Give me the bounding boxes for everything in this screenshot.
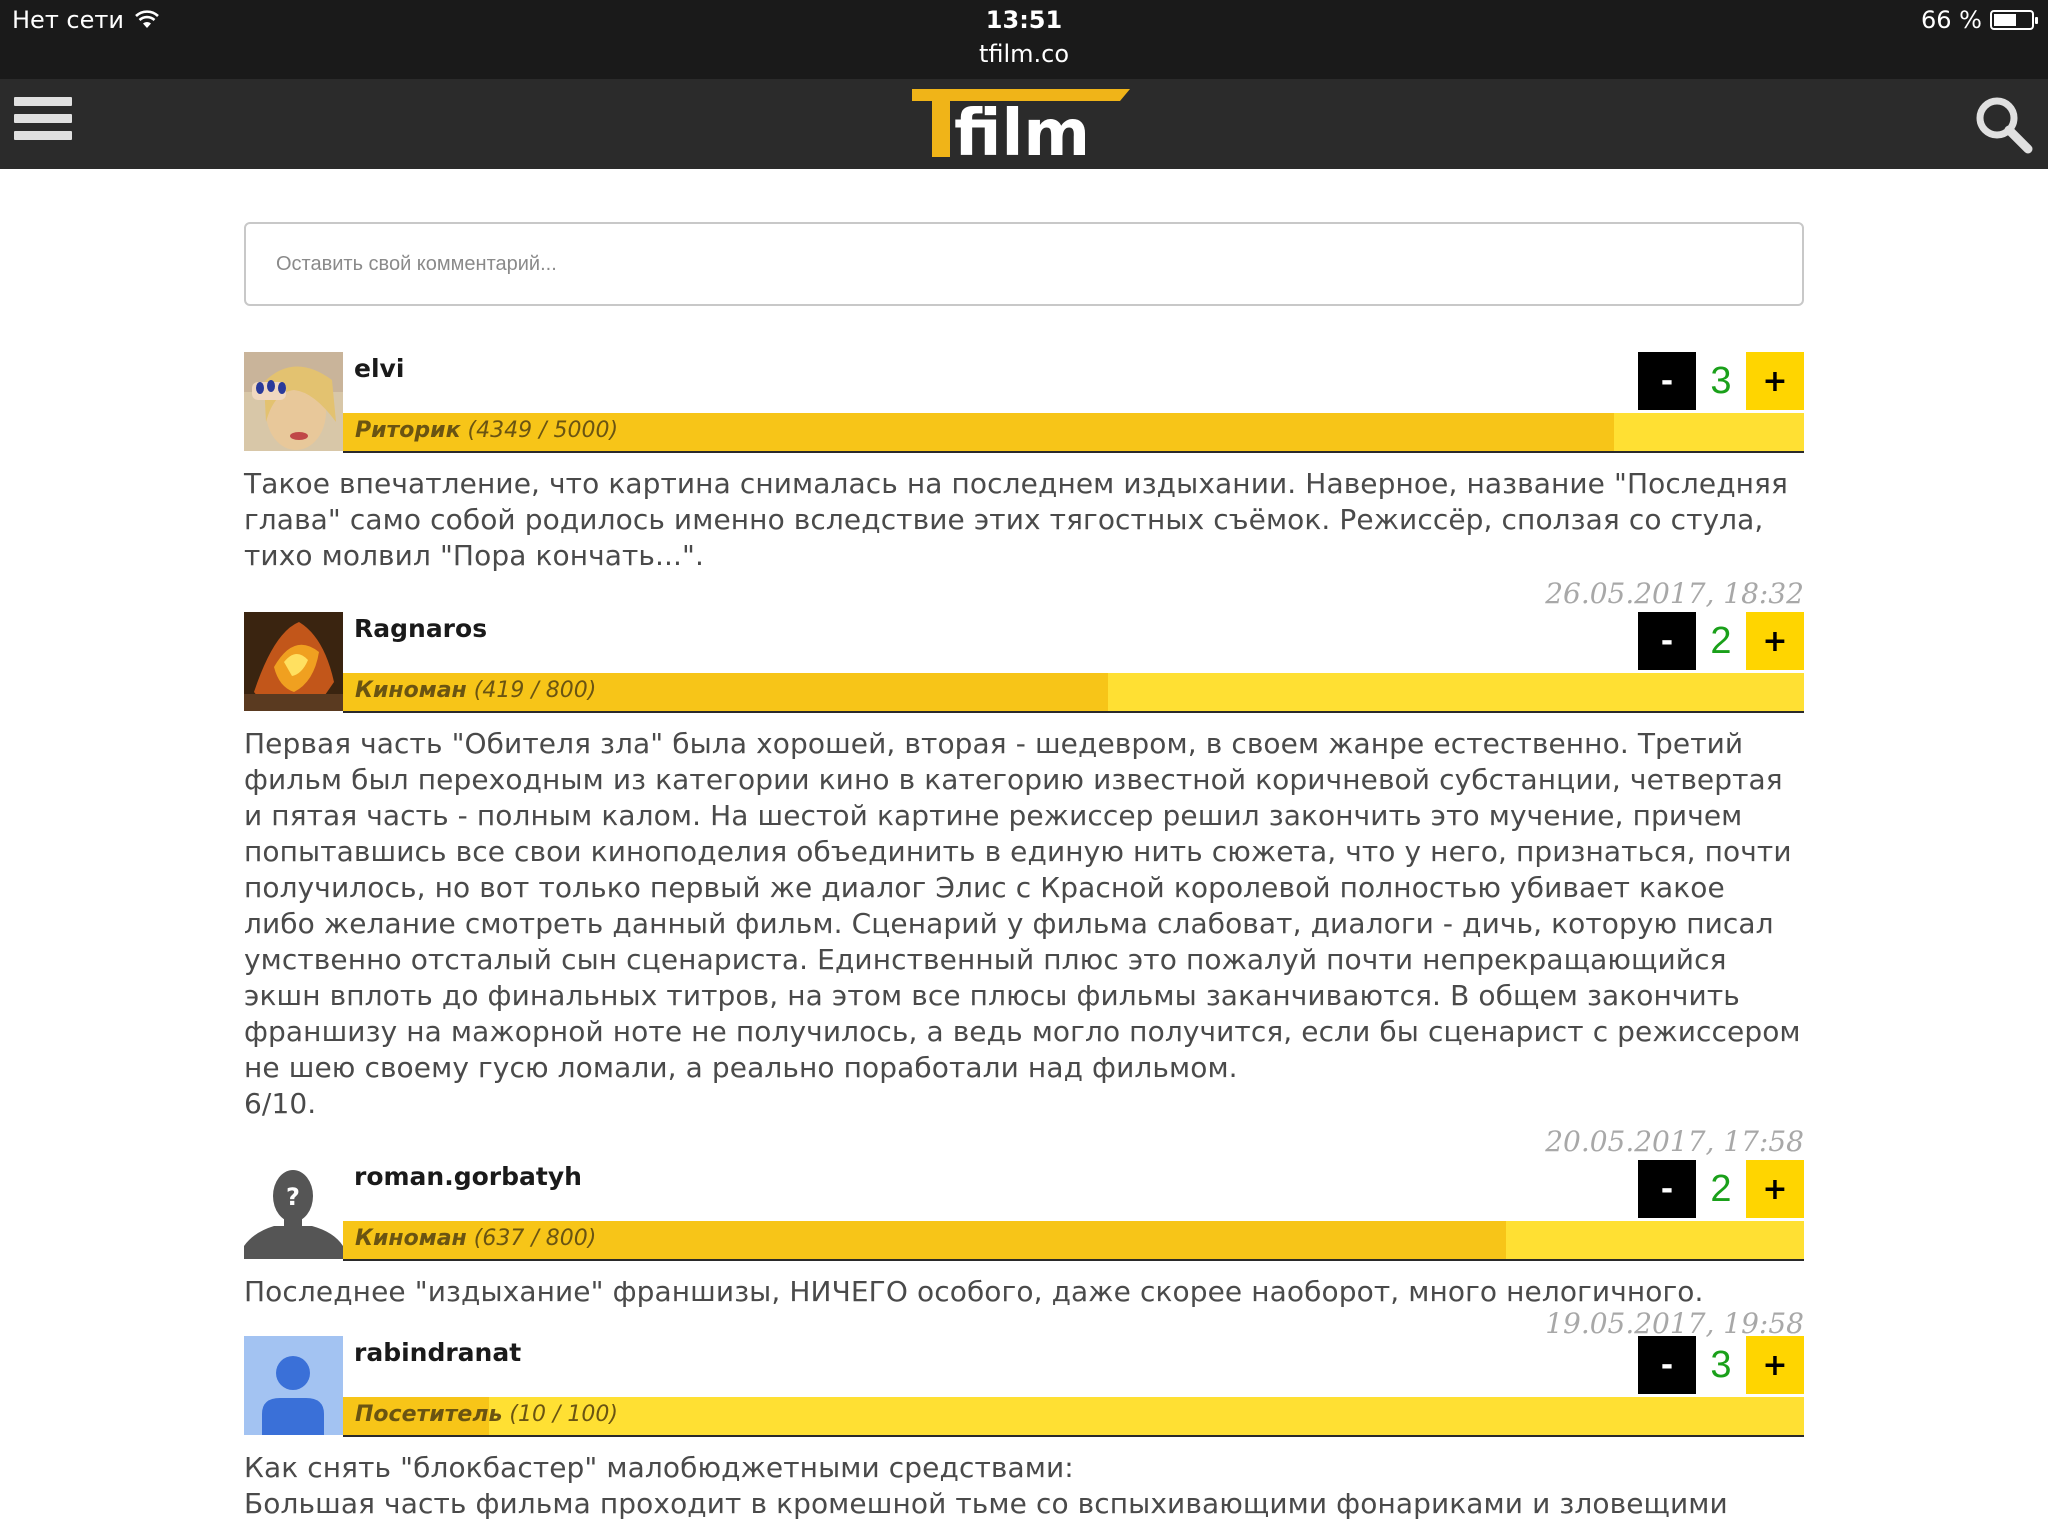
clock: 13:51 — [985, 6, 1063, 34]
rank-label: Риторик (4349 / 5000) — [355, 418, 619, 443]
vote-up-button[interactable]: + — [1746, 612, 1804, 670]
comment: elvi Риторик (4349 / 5000) - 3 + Такое в… — [244, 352, 1804, 612]
vote-count: 3 — [1710, 1343, 1732, 1386]
username[interactable]: Ragnaros — [354, 614, 487, 643]
menu-icon[interactable] — [14, 97, 72, 149]
battery-icon — [1990, 10, 2038, 30]
svg-text:?: ? — [286, 1183, 300, 1211]
username[interactable]: rabindranat — [354, 1338, 521, 1367]
username[interactable]: roman.gorbatyh — [354, 1162, 582, 1191]
comment-date: 20.05.2017, 17:58 — [1545, 1125, 1804, 1158]
vote-down-button[interactable]: - — [1638, 612, 1696, 670]
battery-fill — [1994, 14, 2017, 26]
vote-controls: - 2 + — [1638, 612, 1804, 670]
rank-progress-bar: Киноман (419 / 800) — [343, 673, 1804, 713]
comment-input[interactable] — [244, 222, 1804, 306]
rank-label: Киноман (637 / 800) — [355, 1226, 597, 1251]
comment-text: Как снять "блокбастер" малобюджетными ср… — [244, 1451, 1728, 1520]
avatar[interactable] — [244, 612, 343, 711]
address-bar-url[interactable]: tfilm.co — [0, 40, 2048, 68]
vote-down-button[interactable]: - — [1638, 1336, 1696, 1394]
vote-controls: - 2 + — [1638, 1160, 1804, 1218]
vote-up-button[interactable]: + — [1746, 1336, 1804, 1394]
rank-progress-bar: Киноман (637 / 800) — [343, 1221, 1804, 1261]
vote-controls: - 3 + — [1638, 352, 1804, 410]
username[interactable]: elvi — [354, 354, 404, 383]
vote-up-button[interactable]: + — [1746, 1160, 1804, 1218]
battery-status: 66 % — [1921, 6, 2038, 34]
comment: ? roman.gorbatyh Киноман (637 / 800) - 2… — [244, 1160, 1804, 1342]
site-logo[interactable]: film — [910, 87, 1130, 163]
comment: Ragnaros Киноман (419 / 800) - 2 + Перва… — [244, 612, 1804, 1160]
comment-text: Первая часть "Обителя зла" была хорошей,… — [244, 727, 1801, 1120]
rank-label: Посетитель (10 / 100) — [355, 1402, 618, 1427]
rank-progress-bar: Посетитель (10 / 100) — [343, 1397, 1804, 1437]
site-header: film — [0, 79, 2048, 169]
rank-progress-bar: Риторик (4349 / 5000) — [343, 413, 1804, 453]
rank-label: Киноман (419 / 800) — [355, 678, 597, 703]
comment: rabindranat Посетитель (10 / 100) - 3 + … — [244, 1336, 1804, 1522]
svg-text:film: film — [954, 97, 1090, 163]
avatar[interactable]: ? — [244, 1160, 343, 1259]
status-bar: Нет сети 13:51 66 % tfilm.co — [0, 0, 2048, 79]
comment-text: Такое впечатление, что картина снималась… — [244, 467, 1788, 572]
search-icon[interactable] — [1972, 93, 2034, 155]
vote-count: 3 — [1710, 359, 1732, 402]
comment-text: Последнее "издыхание" франшизы, НИЧЕГО о… — [244, 1275, 1704, 1308]
vote-count: 2 — [1710, 619, 1732, 662]
vote-controls: - 3 + — [1638, 1336, 1804, 1394]
vote-down-button[interactable]: - — [1638, 1160, 1696, 1218]
comment-date: 26.05.2017, 18:32 — [1545, 577, 1804, 610]
vote-down-button[interactable]: - — [1638, 352, 1696, 410]
vote-up-button[interactable]: + — [1746, 352, 1804, 410]
vote-count: 2 — [1710, 1167, 1732, 1210]
battery-label: 66 % — [1921, 6, 1982, 34]
avatar[interactable] — [244, 1336, 343, 1435]
comments-section: elvi Риторик (4349 / 5000) - 3 + Такое в… — [244, 222, 1804, 1522]
avatar[interactable] — [244, 352, 343, 451]
